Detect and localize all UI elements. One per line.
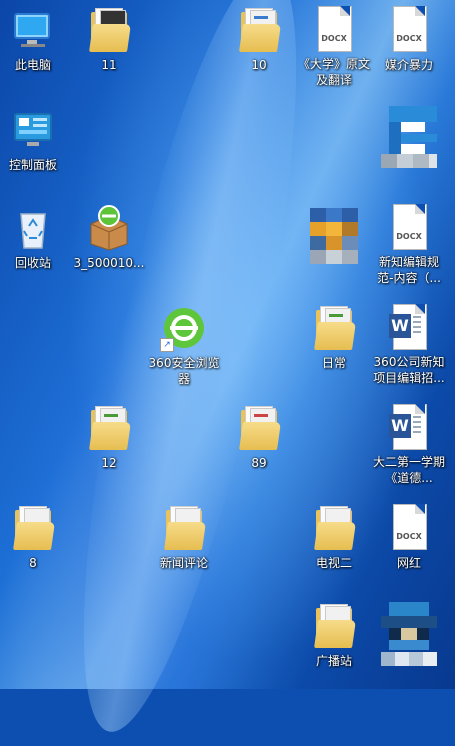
desktop-icon-docx-meijie[interactable]: DOCX 媒介暴力: [372, 2, 446, 88]
control-panel-icon: [14, 113, 52, 146]
package-installer-icon: [90, 205, 128, 251]
folder-icon: [310, 504, 358, 552]
icon-label: 新知编辑规范-内容（...: [377, 255, 441, 285]
icon-label: 网红: [396, 556, 421, 570]
desktop-icon-folder-richang[interactable]: 日常: [297, 300, 371, 386]
icon-label: 《大学》原文及翻译: [297, 57, 370, 87]
desktop-icon-installer-360[interactable]: 3_500010...: [72, 200, 146, 286]
icon-label: 89: [251, 456, 267, 470]
desktop-icon-pixelated-2[interactable]: [297, 200, 371, 286]
docx-file-icon: DOCX: [385, 6, 433, 54]
desktop-icon-folder-dianshi[interactable]: 电视二: [297, 500, 371, 586]
folder-icon: [9, 504, 57, 552]
desktop-icon-docx-daxue[interactable]: DOCX 《大学》原文及翻译: [297, 2, 371, 88]
computer-icon: [14, 13, 50, 47]
docx-file-icon: DOCX: [385, 204, 433, 251]
recycle-bin-icon: [20, 213, 46, 249]
desktop-icon-folder-11[interactable]: 11: [72, 2, 146, 88]
docx-file-icon: DOCX: [310, 6, 358, 53]
blurred-app-icon: [381, 602, 437, 668]
desktop-icon-recycle-bin[interactable]: 回收站: [0, 200, 70, 286]
folder-icon: [160, 504, 208, 552]
desktop-icon-docx-xinzhi[interactable]: DOCX 新知编辑规范-内容（...: [372, 200, 446, 286]
folder-icon: [85, 6, 133, 54]
shortcut-arrow-icon: ↗: [160, 338, 174, 352]
desktop-icon-word-dayi[interactable]: W 大二第一学期《道德...: [372, 400, 446, 486]
icon-label: 12: [101, 456, 117, 470]
folder-icon: [235, 6, 283, 54]
folder-icon: [310, 304, 358, 352]
icon-label: 电视二: [315, 556, 352, 570]
desktop-icon-folder-10[interactable]: 10: [222, 2, 296, 88]
folder-icon: [85, 404, 133, 452]
word-document-icon: W: [385, 304, 433, 351]
desktop-icon-folder-xinwen[interactable]: 新闻评论: [147, 500, 221, 586]
folder-icon: [310, 602, 358, 650]
word-document-icon: W: [385, 404, 433, 451]
desktop-icon-folder-guangbo[interactable]: 广播站: [297, 598, 371, 684]
desktop-background: 此电脑 11 10 DOCX 《大学》原文及翻译 DOCX 媒介暴力 控制面板 …: [0, 0, 455, 746]
desktop-icon-control-panel[interactable]: 控制面板: [0, 102, 70, 188]
icon-label: 此电脑: [14, 58, 51, 72]
desktop-icon-folder-8[interactable]: 8: [0, 500, 70, 586]
icon-label: 360安全浏览器: [148, 356, 220, 386]
icon-label: 10: [251, 58, 267, 72]
icon-label: 大二第一学期《道德...: [372, 455, 445, 485]
icon-label: 8: [29, 556, 37, 570]
icon-label: 3_500010...: [73, 256, 145, 270]
blurred-app-icon: [381, 106, 437, 170]
icon-label: 11: [101, 58, 117, 72]
desktop-icon-docx-wanghong[interactable]: DOCX 网红: [372, 500, 446, 586]
folder-icon: [235, 404, 283, 452]
desktop-icon-folder-12[interactable]: 12: [72, 400, 146, 486]
docx-file-icon: DOCX: [385, 504, 433, 552]
icon-label: 日常: [321, 356, 346, 370]
icon-label: 360公司新知项目编辑招...: [373, 355, 445, 385]
desktop-icon-this-pc[interactable]: 此电脑: [0, 2, 70, 88]
desktop-icon-word-360[interactable]: W 360公司新知项目编辑招...: [372, 300, 446, 386]
icon-label: 控制面板: [8, 158, 57, 172]
icon-label: 回收站: [14, 256, 51, 270]
desktop-icon-browser-360[interactable]: ↗ 360安全浏览器: [147, 300, 221, 386]
icon-label: 新闻评论: [159, 556, 208, 570]
desktop-icon-pixelated-3[interactable]: [372, 598, 446, 684]
blurred-app-icon: [306, 204, 362, 268]
icon-label: 广播站: [315, 654, 352, 668]
360-browser-icon: ↗: [160, 304, 208, 352]
desktop-icon-pixelated-1[interactable]: [372, 102, 446, 188]
desktop-icon-folder-89[interactable]: 89: [222, 400, 296, 486]
icon-label: 媒介暴力: [384, 58, 433, 72]
